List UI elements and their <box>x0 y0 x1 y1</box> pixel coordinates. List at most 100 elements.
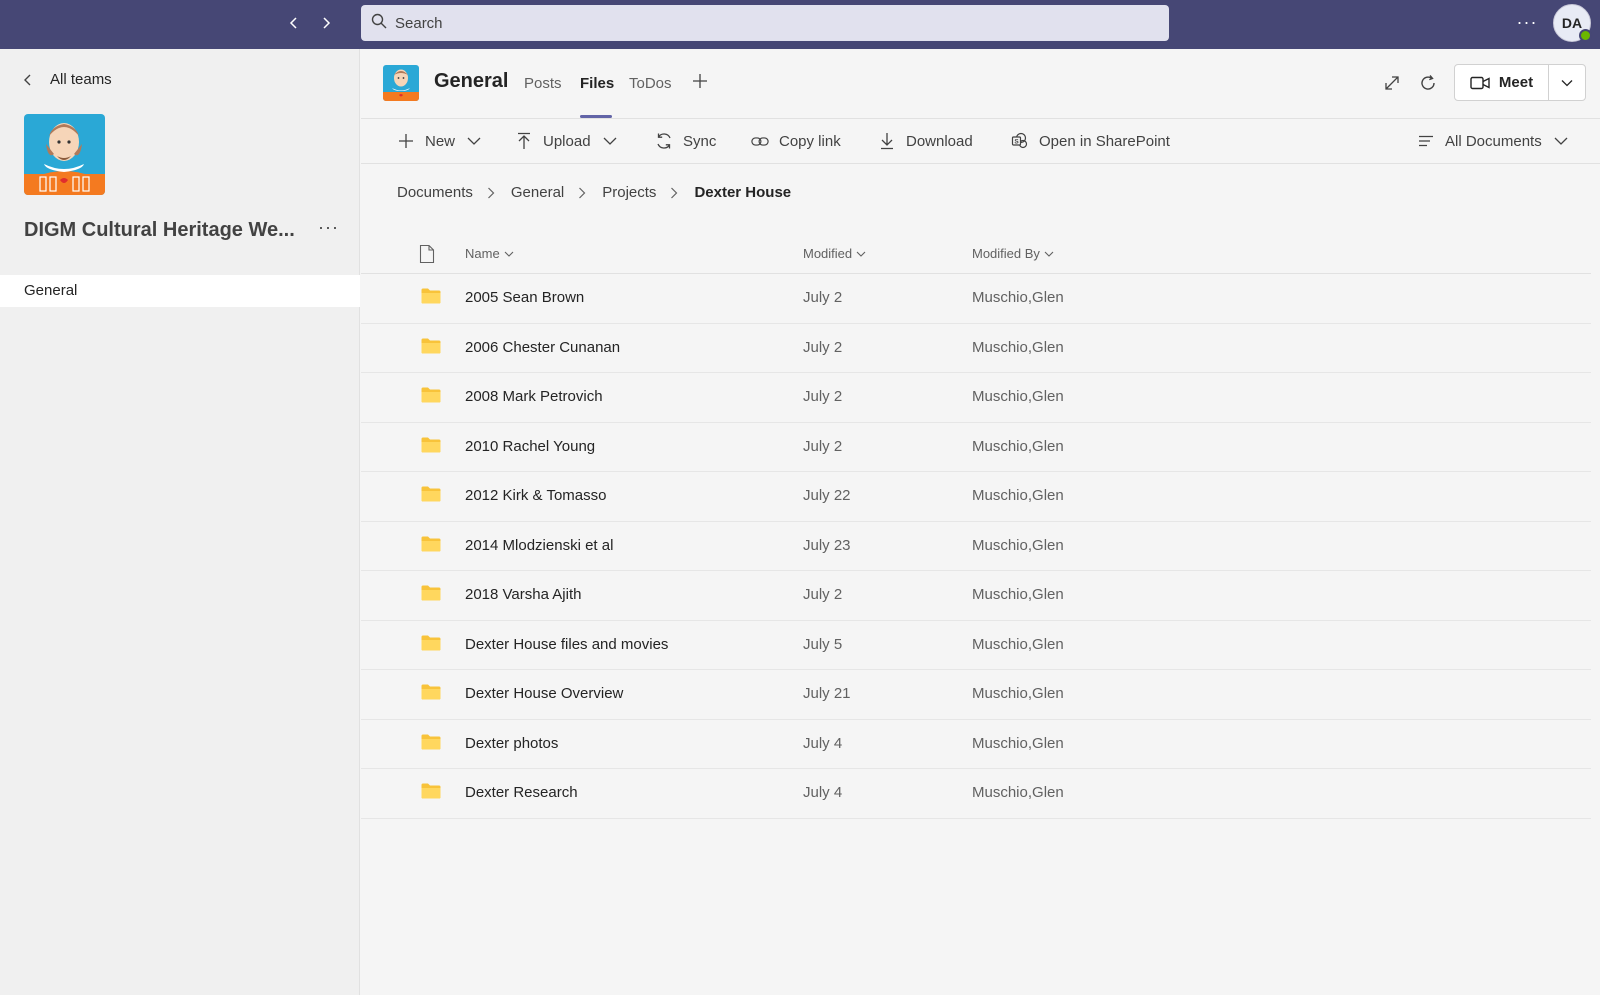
file-list: Name Modified Modified By 2005 Sean Brow… <box>361 232 1591 819</box>
chevron-right-icon <box>578 187 588 199</box>
file-modified: July 4 <box>803 734 843 752</box>
table-row[interactable]: 2006 Chester Cunanan July 2 Muschio,Glen <box>361 324 1591 373</box>
file-modified: July 22 <box>803 487 851 504</box>
column-header-modified-by[interactable]: Modified By <box>972 246 1054 261</box>
table-row[interactable]: 2010 Rachel Young July 2 Muschio,Glen <box>361 423 1591 472</box>
meet-button[interactable]: Meet <box>1455 65 1549 100</box>
popout-icon[interactable] <box>1381 72 1403 94</box>
new-button[interactable]: New <box>397 129 481 153</box>
chevron-right-icon <box>670 187 680 199</box>
file-name[interactable]: Dexter Research <box>465 784 578 801</box>
folder-icon <box>421 635 441 651</box>
file-modified-by: Muschio,Glen <box>972 487 1064 504</box>
folder-icon <box>421 288 441 304</box>
column-header-name-label: Name <box>465 246 500 261</box>
more-options-icon[interactable]: ··· <box>1512 9 1542 37</box>
breadcrumb: Documents General Projects Dexter House <box>397 184 791 201</box>
table-row[interactable]: Dexter Research July 4 Muschio,Glen <box>361 769 1591 819</box>
sync-label: Sync <box>683 132 717 150</box>
channel-header: General Posts Files ToDos Meet <box>361 49 1600 119</box>
all-teams-label: All teams <box>50 71 112 88</box>
sidebar-item-general[interactable]: General <box>0 275 360 307</box>
download-icon <box>878 132 896 150</box>
refresh-icon[interactable] <box>1417 72 1439 94</box>
file-modified: July 2 <box>803 388 843 405</box>
table-row[interactable]: Dexter House files and movies July 5 Musch… <box>361 621 1591 670</box>
forward-arrow-icon[interactable] <box>314 11 338 35</box>
new-label: New <box>425 132 456 150</box>
file-name[interactable]: 2018 Varsha Ajith <box>465 586 581 603</box>
sidebar: All teams DIGM Cultural Heritage We... ·… <box>0 49 360 995</box>
table-row[interactable]: Dexter House Overview July 21 Muschio,Glen <box>361 670 1591 720</box>
view-selector-label: All Documents <box>1445 132 1542 150</box>
file-modified: July 2 <box>803 338 843 356</box>
breadcrumb-item-general[interactable]: General <box>511 184 564 201</box>
team-more-options-icon[interactable]: ··· <box>318 217 339 238</box>
meet-button-group: Meet <box>1454 64 1586 101</box>
folder-icon <box>421 585 441 601</box>
svg-text:S: S <box>1014 139 1019 146</box>
file-modified-by: Muschio,Glen <box>972 388 1064 405</box>
all-teams-link[interactable]: All teams <box>22 71 112 88</box>
channel-logo <box>383 65 419 101</box>
table-row[interactable]: 2012 Kirk & Tomasso July 22 Muschio,Glen <box>361 472 1591 522</box>
folder-icon <box>421 486 441 502</box>
breadcrumb-item-documents[interactable]: Documents <box>397 184 473 201</box>
table-row[interactable]: 2014 Mlodzienski et al July 23 Muschio,Gle… <box>361 522 1591 571</box>
file-name[interactable]: Dexter photos <box>465 735 558 752</box>
table-row[interactable]: Dexter photos July 4 Muschio,Glen <box>361 720 1591 769</box>
file-modified: July 23 <box>803 536 851 554</box>
file-modified: July 5 <box>803 635 843 653</box>
file-name[interactable]: 2005 Sean Brown <box>465 289 584 306</box>
file-modified: July 2 <box>803 437 843 455</box>
file-name[interactable]: 2014 Mlodzienski et al <box>465 537 613 554</box>
file-list-header: Name Modified Modified By <box>361 232 1591 274</box>
meet-dropdown-chevron-icon[interactable] <box>1549 65 1585 100</box>
table-row[interactable]: 2018 Varsha Ajith July 2 Muschio,Glen <box>361 571 1591 621</box>
add-tab-plus-icon[interactable] <box>688 69 712 93</box>
table-row[interactable]: 2008 Mark Petrovich July 2 Muschio,Glen <box>361 373 1591 423</box>
search-bar[interactable] <box>361 5 1169 41</box>
copy-link-button[interactable]: Copy link <box>751 129 841 153</box>
chevron-down-icon <box>856 251 866 257</box>
plus-icon <box>397 132 415 150</box>
file-name[interactable]: 2012 Kirk & Tomasso <box>465 487 606 504</box>
search-input[interactable] <box>395 14 1095 32</box>
table-row[interactable]: 2005 Sean Brown July 2 Muschio,Glen <box>361 274 1591 324</box>
sync-button[interactable]: Sync <box>655 129 716 153</box>
download-label: Download <box>906 132 973 150</box>
files-toolbar: New Upload Sync Copy link Download S Ope… <box>361 119 1600 164</box>
tab-todos[interactable]: ToDos <box>629 75 672 92</box>
file-name[interactable]: 2006 Chester Cunanan <box>465 339 620 356</box>
file-name[interactable]: Dexter House files and movies <box>465 636 668 653</box>
file-modified-by: Muschio,Glen <box>972 289 1064 306</box>
upload-label: Upload <box>543 132 591 150</box>
open-in-sharepoint-button[interactable]: S Open in SharePoint <box>1011 129 1170 153</box>
tab-files[interactable]: Files <box>580 75 614 92</box>
avatar[interactable]: DA <box>1553 4 1592 42</box>
upload-button[interactable]: Upload <box>515 129 617 153</box>
file-modified-by: Muschio,Glen <box>972 635 1064 653</box>
channel-title: General <box>434 70 509 92</box>
copy-link-label: Copy link <box>779 132 841 150</box>
tab-posts[interactable]: Posts <box>524 75 562 92</box>
active-tab-indicator <box>580 115 612 118</box>
file-name[interactable]: 2010 Rachel Young <box>465 438 595 455</box>
open-in-sharepoint-label: Open in SharePoint <box>1039 132 1170 150</box>
top-bar: ··· DA <box>0 0 1600 49</box>
folder-icon <box>421 338 441 354</box>
file-name[interactable]: 2008 Mark Petrovich <box>465 388 603 405</box>
column-header-name[interactable]: Name <box>465 246 514 261</box>
view-selector-button[interactable]: All Documents <box>1417 129 1568 153</box>
file-type-icon[interactable] <box>419 244 435 269</box>
column-header-modified-by-label: Modified By <box>972 246 1040 261</box>
breadcrumb-item-projects[interactable]: Projects <box>602 184 656 201</box>
download-button[interactable]: Download <box>878 129 973 153</box>
file-modified: July 4 <box>803 784 843 801</box>
avatar-initials: DA <box>1561 15 1583 31</box>
folder-icon <box>421 684 441 700</box>
file-name[interactable]: Dexter House Overview <box>465 685 623 702</box>
back-arrow-icon[interactable] <box>282 11 306 35</box>
column-header-modified[interactable]: Modified <box>803 246 866 261</box>
file-modified-by: Muschio,Glen <box>972 338 1064 356</box>
